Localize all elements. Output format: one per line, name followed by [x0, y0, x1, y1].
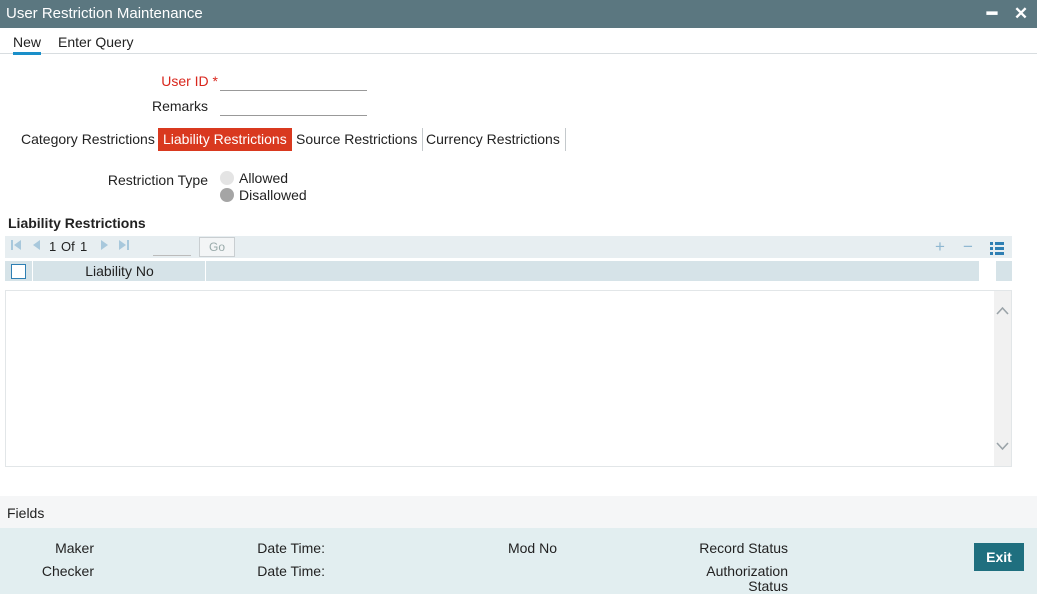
previous-page-icon[interactable] [30, 239, 42, 254]
select-all-checkbox[interactable] [11, 264, 26, 279]
maker-label: Maker [55, 540, 94, 556]
scroll-up-icon[interactable] [996, 305, 1009, 318]
minimize-icon[interactable]: ━ [982, 3, 1002, 25]
footer: Fields Maker Checker Date Time: Date Tim… [0, 496, 1037, 594]
maker-date-time-label: Date Time: [257, 540, 325, 556]
required-marker: * [212, 73, 218, 89]
grid-header: Liability No [5, 261, 1012, 281]
user-id-label: User ID * [160, 73, 218, 89]
tab-liability-restrictions[interactable]: Liability Restrictions [158, 128, 292, 151]
menu-bar: New Enter Query [0, 28, 1037, 55]
close-icon[interactable]: ✕ [1011, 3, 1031, 25]
window-title: User Restriction Maintenance [6, 5, 203, 22]
page-number-input[interactable] [153, 237, 191, 256]
radio-checked-icon[interactable] [220, 188, 234, 202]
radio-allowed-label: Allowed [239, 170, 289, 186]
remarks-label: Remarks [151, 98, 208, 114]
fields-bar: Fields [0, 496, 1037, 528]
mod-no-label: Mod No [507, 540, 557, 556]
menu-item-enter-query[interactable]: Enter Query [58, 34, 133, 50]
delete-row-icon[interactable]: − [963, 237, 973, 257]
current-page: 1 [49, 239, 57, 254]
exit-button[interactable]: Exit [974, 543, 1024, 571]
page-of-label: Of [61, 239, 75, 254]
menu-item-new[interactable]: New [13, 34, 42, 55]
audit-info-panel: Maker Checker Date Time: Date Time: Mod … [0, 528, 1037, 594]
authorization-status-label-line2: Status [748, 578, 788, 594]
go-button[interactable]: Go [199, 237, 235, 257]
single-view-icon[interactable] [990, 240, 1004, 260]
grid-toolbar: 1 Of 1 Go + − [5, 236, 1012, 258]
first-page-icon[interactable] [10, 239, 22, 254]
total-pages: 1 [80, 239, 88, 254]
remarks-field[interactable] [220, 96, 367, 116]
user-id-label-text: User ID [161, 73, 209, 89]
tab-currency-restrictions[interactable]: Currency Restrictions [421, 128, 566, 151]
radio-unchecked-icon[interactable] [220, 171, 234, 185]
checker-date-time-label: Date Time: [257, 563, 325, 579]
record-status-label: Record Status [699, 540, 788, 556]
section-title: Liability Restrictions [8, 215, 146, 231]
radio-disallowed-label: Disallowed [239, 187, 307, 203]
select-all-cell [5, 261, 33, 281]
last-page-icon[interactable] [118, 239, 130, 254]
column-header-liability-no[interactable]: Liability No [34, 261, 206, 281]
fields-link[interactable]: Fields [7, 505, 44, 521]
grid-body [5, 290, 1012, 467]
window-title-bar: User Restriction Maintenance ━ ✕ [0, 0, 1037, 28]
checker-label: Checker [41, 563, 94, 579]
scroll-down-icon[interactable] [996, 439, 1009, 452]
tab-source-restrictions[interactable]: Source Restrictions [291, 128, 424, 151]
user-id-field[interactable] [220, 71, 367, 91]
authorization-status-label-line1: Authorization [706, 563, 788, 579]
tab-category-restrictions[interactable]: Category Restrictions [16, 128, 161, 151]
vertical-scrollbar[interactable] [994, 291, 1011, 466]
restriction-type-label: Restriction Type [107, 172, 208, 188]
next-page-icon[interactable] [99, 239, 111, 254]
add-row-icon[interactable]: + [935, 237, 945, 257]
header-scroll-spacer [979, 261, 996, 281]
